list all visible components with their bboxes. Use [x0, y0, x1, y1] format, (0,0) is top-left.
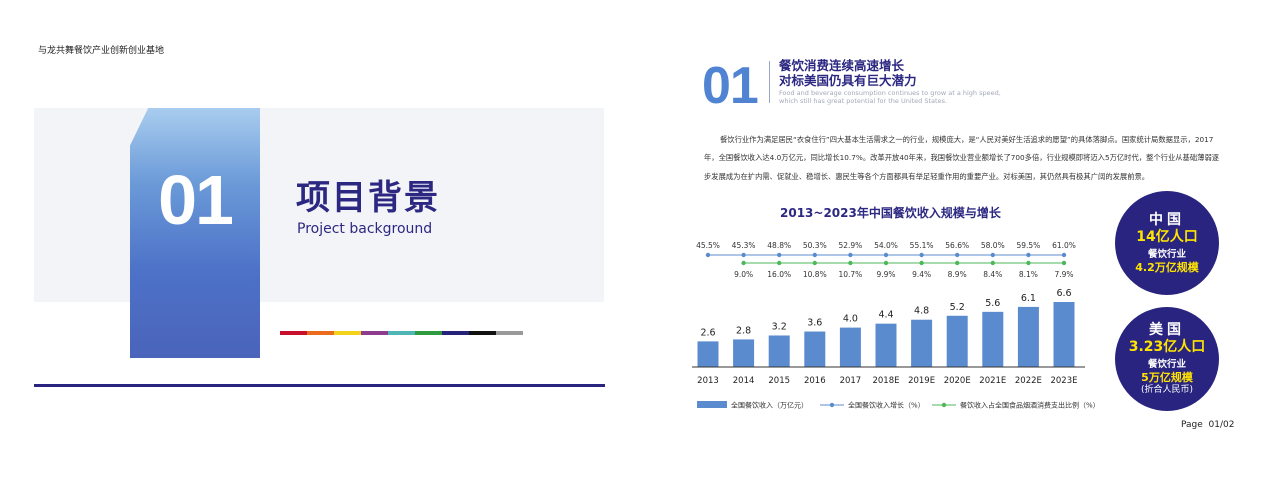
ratio-point — [777, 260, 782, 266]
legend-label-revenue: 全国餐饮收入（万亿元） — [731, 401, 808, 410]
growth-point — [741, 252, 746, 258]
ratio-label: 8.4% — [983, 270, 1002, 279]
revenue-bar — [1017, 306, 1039, 367]
ratio-label: 9.9% — [876, 270, 895, 279]
growth-point — [1061, 252, 1067, 258]
ratio-point — [919, 260, 924, 266]
revenue-bar — [946, 315, 968, 367]
usa-country: 美国 — [1149, 322, 1185, 338]
ratio-point — [848, 260, 853, 266]
x-tick-label: 2015 — [768, 376, 790, 386]
growth-point — [883, 252, 889, 258]
bar-value-label: 5.2 — [950, 302, 965, 313]
bar-value-label: 3.6 — [807, 318, 822, 329]
usa-stat-circle: 美国 3.23亿人口 餐饮行业 5万亿规模 (折合人民币) — [1115, 307, 1219, 411]
bar-value-label: 6.1 — [1021, 293, 1036, 304]
growth-point — [812, 252, 817, 258]
x-tick-label: 2023E — [1050, 376, 1077, 386]
revenue-bar — [875, 323, 897, 367]
x-tick-label: 2017 — [840, 376, 862, 386]
ratio-label: 7.9% — [1054, 270, 1073, 279]
bar-value-label: 6.6 — [1056, 288, 1071, 299]
legend-label-growth: 全国餐饮收入增长（%） — [848, 401, 925, 410]
revenue-bar — [911, 319, 933, 367]
bar-value-label: 5.6 — [985, 298, 1000, 309]
legend-swatch-revenue — [697, 401, 727, 408]
growth-label: 59.5% — [1016, 241, 1040, 250]
bar-value-label: 4.8 — [914, 306, 929, 317]
x-tick-label: 2018E — [872, 376, 899, 386]
growth-point — [777, 252, 782, 258]
ratio-label: 9.4% — [912, 270, 931, 279]
bar-value-label: 4.4 — [878, 310, 893, 321]
x-tick-label: 2013 — [697, 376, 719, 386]
revenue-bar — [1053, 301, 1075, 367]
usa-note: (折合人民币) — [1140, 385, 1194, 395]
growth-label: 48.8% — [767, 241, 791, 250]
growth-point — [919, 252, 924, 258]
x-tick-label: 2021E — [979, 376, 1006, 386]
growth-label: 56.6% — [945, 241, 969, 250]
page-number-value: 01/02 — [1208, 420, 1235, 430]
revenue-bar — [839, 327, 861, 367]
ratio-point — [955, 260, 960, 266]
bar-value-label: 4.0 — [843, 314, 858, 325]
china-scale: 4.2万亿规模 — [1135, 261, 1199, 274]
growth-label: 45.5% — [696, 241, 720, 250]
x-tick-label: 2020E — [944, 376, 971, 386]
growth-point — [955, 252, 960, 258]
ratio-label: 10.8% — [803, 270, 827, 279]
x-tick-label: 2014 — [733, 376, 755, 386]
x-tick-label: 2019E — [908, 376, 935, 386]
x-tick-label: 2022E — [1015, 376, 1042, 386]
ratio-label: 8.9% — [948, 270, 967, 279]
bar-value-label: 3.2 — [772, 321, 787, 332]
ratio-point — [990, 260, 995, 266]
growth-label: 55.1% — [910, 241, 934, 250]
china-industry: 餐饮行业 — [1147, 249, 1186, 260]
ratio-point — [812, 260, 817, 266]
growth-label: 54.0% — [874, 241, 898, 250]
ratio-label: 16.0% — [767, 270, 791, 279]
legend-marker-ratio — [941, 402, 947, 408]
growth-point — [705, 252, 711, 258]
usa-industry: 餐饮行业 — [1147, 359, 1186, 370]
growth-label: 50.3% — [803, 241, 827, 250]
revenue-bar — [697, 341, 719, 367]
revenue-bar — [804, 331, 826, 367]
ratio-label: 9.0% — [734, 270, 753, 279]
ratio-point — [741, 260, 746, 266]
page-number: Page 01/02 — [1181, 420, 1234, 430]
growth-label: 52.9% — [838, 241, 862, 250]
china-stat-circle: 中国 14亿人口 餐饮行业 4.2万亿规模 — [1115, 191, 1219, 295]
usa-scale: 5万亿规模 — [1141, 371, 1193, 384]
x-tick-label: 2016 — [804, 376, 826, 386]
revenue-bar — [982, 311, 1004, 367]
growth-point — [1026, 252, 1031, 258]
ratio-label: 8.1% — [1019, 270, 1038, 279]
page-label: Page — [1181, 420, 1203, 430]
growth-point — [848, 252, 853, 258]
legend-label-ratio: 餐饮收入占全国食品烟酒消费支出比例（%） — [960, 401, 1100, 410]
growth-label: 45.3% — [732, 241, 756, 250]
legend-marker-growth — [829, 402, 835, 408]
ratio-point — [1026, 260, 1031, 266]
growth-label: 61.0% — [1052, 241, 1076, 250]
growth-point — [990, 252, 995, 258]
ratio-label: 10.7% — [838, 270, 862, 279]
china-population: 14亿人口 — [1136, 229, 1198, 245]
china-country: 中国 — [1149, 212, 1185, 228]
revenue-bar — [733, 339, 755, 367]
growth-label: 58.0% — [981, 241, 1005, 250]
usa-population: 3.23亿人口 — [1128, 339, 1206, 355]
bar-value-label: 2.6 — [700, 327, 715, 338]
revenue-chart: 45.5% 2.6 2013 45.3% 9.0% 2.8 2014 48.8% 16.0% 3.… — [692, 241, 1100, 410]
ratio-point — [1061, 260, 1067, 266]
ratio-point — [883, 260, 889, 266]
bar-value-label: 2.8 — [736, 325, 751, 336]
revenue-bar — [768, 335, 790, 367]
